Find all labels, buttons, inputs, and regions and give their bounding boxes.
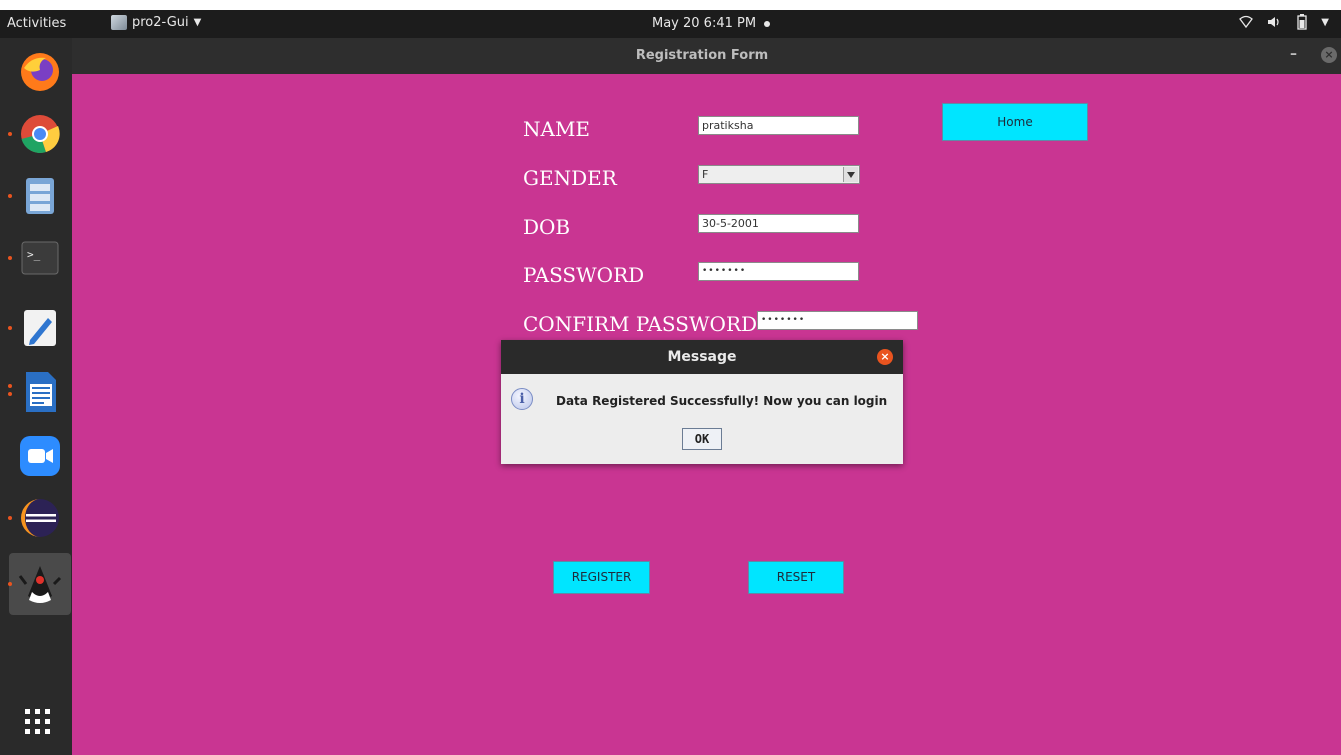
password-field[interactable]: ••••••• [698, 262, 859, 281]
running-indicator [8, 392, 12, 396]
text-editor-icon[interactable] [8, 306, 62, 350]
minimize-button[interactable]: – [1290, 46, 1297, 62]
name-label: NAME [523, 117, 591, 141]
info-icon: i [511, 388, 533, 410]
register-button[interactable]: REGISTER [553, 561, 650, 594]
confirm-password-field[interactable]: ••••••• [757, 311, 918, 330]
terminal-icon[interactable]: >_ [8, 236, 62, 280]
apps-grid-icon[interactable] [22, 706, 66, 750]
window-close-button[interactable]: × [1321, 47, 1337, 63]
name-field[interactable]: pratiksha [698, 116, 859, 135]
running-indicator [8, 516, 12, 520]
firefox-icon[interactable] [18, 50, 62, 94]
dob-label: DOB [523, 215, 571, 239]
chrome-icon[interactable] [8, 112, 62, 156]
dialog-title: Message [501, 340, 903, 374]
dob-field[interactable]: 30-5-2001 [698, 214, 859, 233]
message-dialog: Message × i Data Registered Successfully… [501, 340, 903, 464]
notification-dot-icon [764, 20, 771, 27]
dropdown-arrow-icon[interactable] [843, 167, 858, 182]
volume-icon [1268, 17, 1279, 27]
clock-label: May 20 6:41 PM [652, 16, 757, 31]
chevron-down-icon: ▼ [193, 17, 202, 28]
app-menu-label: pro2-Gui [132, 15, 189, 30]
dialog-message: Data Registered Successfully! Now you ca… [556, 394, 888, 408]
running-indicator [8, 194, 12, 198]
app-menu[interactable]: pro2-Gui ▼ [111, 15, 201, 30]
gender-select-value: F [702, 168, 709, 181]
system-menu[interactable]: ▼ [1239, 14, 1329, 30]
home-button[interactable]: Home [942, 103, 1088, 141]
files-icon[interactable] [8, 174, 62, 218]
close-icon[interactable]: × [877, 349, 893, 365]
confirm-password-label: CONFIRM PASSWORD [523, 312, 758, 336]
running-indicator [8, 384, 12, 388]
top-bar: Activities pro2-Gui ▼ May 20 6:41 PM ▼ [0, 10, 1341, 38]
chevron-down-icon: ▼ [1321, 16, 1329, 28]
activities-button[interactable]: Activities [7, 16, 66, 31]
running-indicator [8, 582, 12, 586]
running-indicator [8, 256, 12, 260]
battery-icon [1297, 14, 1307, 30]
gender-select[interactable]: F [698, 165, 860, 184]
reset-button[interactable]: RESET [748, 561, 844, 594]
clock[interactable]: May 20 6:41 PM [652, 16, 771, 31]
java-duke-icon[interactable] [8, 562, 62, 606]
gender-label: GENDER [523, 166, 617, 190]
zoom-icon[interactable] [18, 434, 62, 478]
app-icon [111, 15, 127, 30]
running-indicator [8, 326, 12, 330]
running-indicator [8, 132, 12, 136]
wifi-icon [1239, 15, 1254, 29]
dock: >_ [0, 38, 72, 755]
password-label: PASSWORD [523, 263, 645, 287]
window-titlebar[interactable]: Registration Form – × [72, 38, 1341, 74]
eclipse-icon[interactable] [8, 496, 62, 540]
ok-button[interactable]: OK [682, 428, 722, 450]
svg-text:>_: >_ [27, 248, 41, 261]
writer-icon[interactable] [8, 370, 62, 414]
window-title: Registration Form [635, 48, 769, 63]
